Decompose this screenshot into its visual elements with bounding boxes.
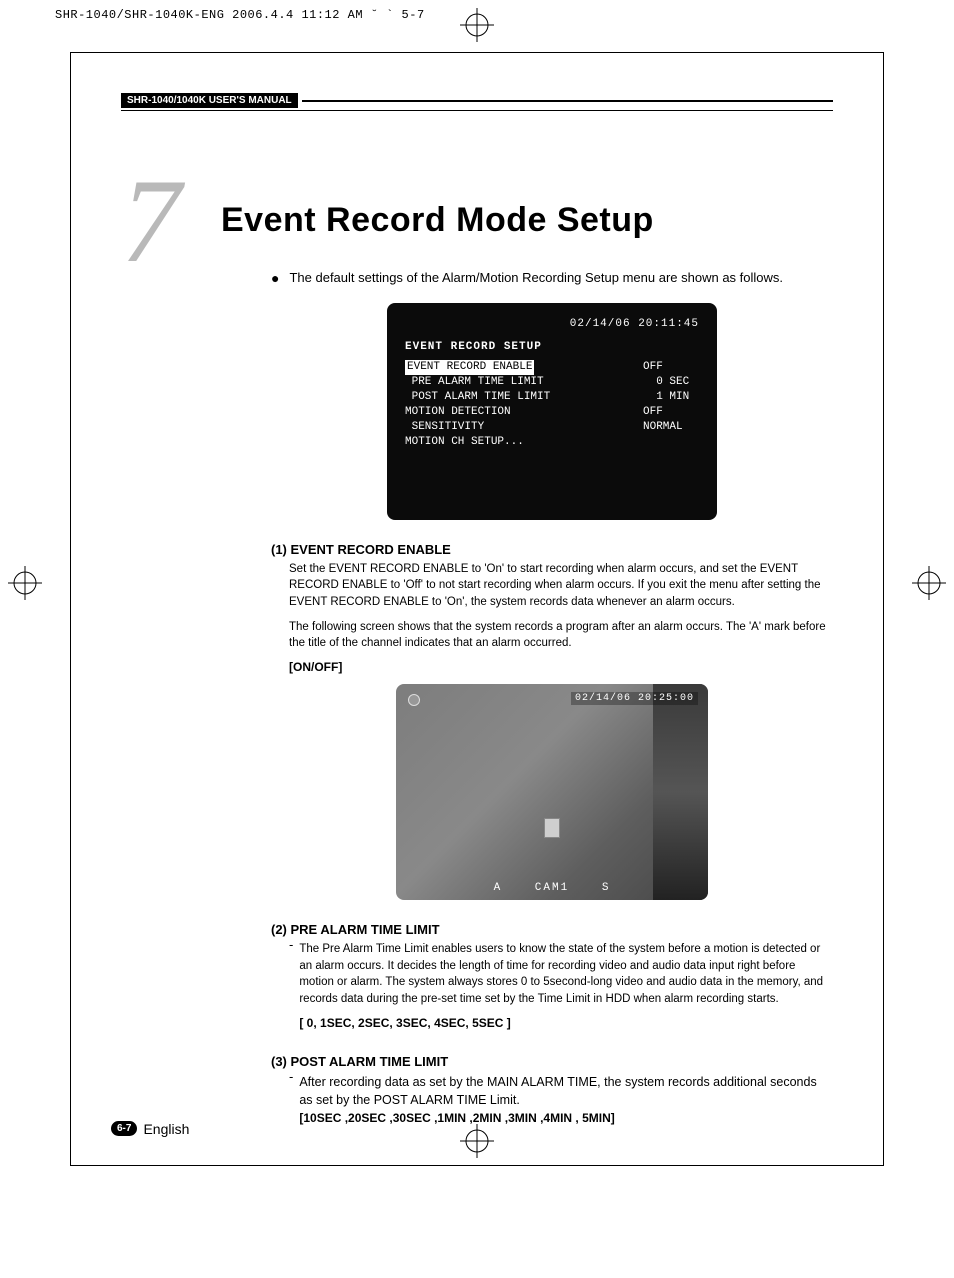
camera-timestamp: 02/14/06 20:25:00 (571, 692, 698, 705)
intro-text: The default settings of the Alarm/Motion… (289, 270, 783, 285)
section-1-options: [ON/OFF] (289, 660, 833, 674)
osd-row: MOTION CH SETUP... (405, 435, 699, 450)
header-rules: SHR-1040/1040K USER'S MANUAL (121, 93, 833, 111)
section-3-options: [10SEC ,20SEC ,30SEC ,1MIN ,2MIN ,3MIN ,… (299, 1111, 833, 1125)
page-footer: 6-7 English (111, 1121, 189, 1137)
camera-preview-screenshot: 02/14/06 20:25:00 A CAM1 S (396, 684, 708, 900)
section-3-head: (3) POST ALARM TIME LIMIT (271, 1054, 833, 1069)
dash-icon: - (289, 937, 293, 1040)
page-frame: SHR-1040/1040K USER'S MANUAL 7 Event Rec… (70, 52, 884, 1166)
section-2-body: The Pre Alarm Time Limit enables users t… (299, 941, 833, 1008)
camera-channel-label: CAM1 (535, 882, 569, 894)
dash-icon: - (289, 1069, 293, 1135)
section-2-head: (2) PRE ALARM TIME LIMIT (271, 922, 833, 937)
page-language: English (143, 1121, 189, 1137)
osd-row: EVENT RECORD ENABLEOFF (405, 360, 699, 375)
content-area: ● The default settings of the Alarm/Moti… (271, 270, 833, 1135)
section-1-body2: The following screen shows that the syst… (289, 619, 833, 652)
osd-row: PRE ALARM TIME LIMIT 0 SEC (405, 375, 699, 390)
bullet-icon: ● (271, 270, 279, 287)
section-1-head: (1) EVENT RECORD ENABLE (271, 542, 833, 557)
osd-row: SENSITIVITYNORMAL (405, 420, 699, 435)
page-number-badge: 6-7 (111, 1121, 137, 1136)
section-1-body: Set the EVENT RECORD ENABLE to 'On' to s… (289, 561, 833, 611)
crop-mark-top-icon (460, 8, 494, 42)
osd-timestamp: 02/14/06 20:11:45 (405, 317, 699, 332)
osd-header: EVENT RECORD SETUP (405, 340, 699, 355)
crop-mark-left-icon (8, 566, 42, 600)
manual-name-badge: SHR-1040/1040K USER'S MANUAL (121, 93, 298, 108)
osd-row: MOTION DETECTIONOFF (405, 405, 699, 420)
osd-row: POST ALARM TIME LIMIT 1 MIN (405, 390, 699, 405)
osd-menu-screenshot: 02/14/06 20:11:45 EVENT RECORD SETUP EVE… (387, 303, 717, 520)
section-2-options: [ 0, 1SEC, 2SEC, 3SEC, 4SEC, 5SEC ] (299, 1016, 833, 1030)
camera-a-marker: A (494, 882, 503, 894)
section-3-body: After recording data as set by the MAIN … (299, 1073, 833, 1109)
record-dot-icon (408, 694, 420, 706)
camera-s-marker: S (602, 882, 611, 894)
chapter-title: Event Record Mode Setup (221, 201, 833, 240)
crop-mark-right-icon (912, 566, 946, 600)
chapter-number: 7 (121, 173, 181, 269)
